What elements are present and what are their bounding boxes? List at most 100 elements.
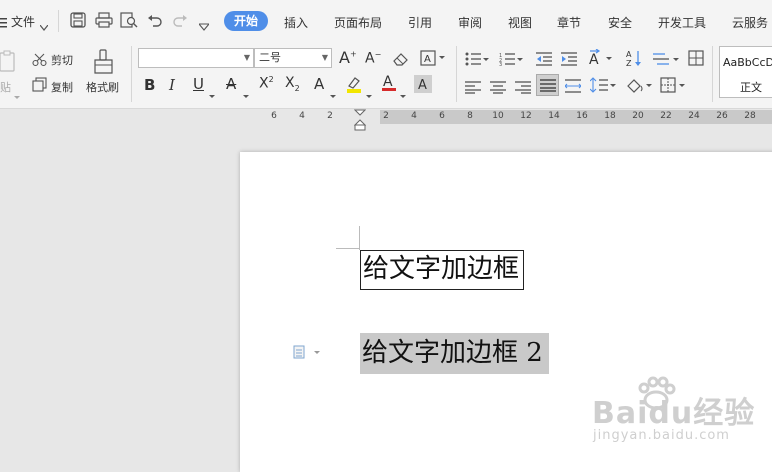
divider <box>58 10 59 32</box>
margin-corner-mark <box>359 226 360 250</box>
ruler-tick: 14 <box>548 111 560 121</box>
subscript-icon[interactable]: X2 <box>285 75 300 93</box>
font-name-combo[interactable]: ▼ <box>138 48 254 68</box>
format-painter-button[interactable]: 格式刷 <box>86 79 119 95</box>
shading-icon[interactable] <box>626 77 652 97</box>
highlight-dropdown-icon[interactable] <box>366 84 372 103</box>
save-icon[interactable] <box>70 12 86 32</box>
copy-button[interactable]: 复制 <box>51 79 73 95</box>
chevron-down-icon[interactable]: ▼ <box>322 49 328 67</box>
tab-page-layout[interactable]: 页面布局 <box>334 14 382 31</box>
borders-icon[interactable] <box>660 77 686 97</box>
svg-text:Z: Z <box>626 59 632 67</box>
ruler-tick: 16 <box>576 111 588 121</box>
bullet-list-icon[interactable] <box>465 51 489 70</box>
paste-dropdown-icon[interactable] <box>14 85 20 104</box>
eraser-icon[interactable] <box>393 51 409 70</box>
document-line[interactable]: 给文字加边框 <box>360 250 525 290</box>
style-gallery-item[interactable]: AaBbCcD 正文 <box>719 46 772 98</box>
justify-button[interactable] <box>536 74 559 96</box>
text-effect-dropdown-icon[interactable] <box>330 84 336 103</box>
copy-icon[interactable] <box>32 77 47 96</box>
tab-chapter[interactable]: 章节 <box>557 14 581 31</box>
ruler-tick: 24 <box>688 111 700 121</box>
text-effect-icon[interactable]: A <box>314 75 324 93</box>
style-preview-text: AaBbCcD <box>723 56 772 69</box>
tab-references[interactable]: 引用 <box>408 14 432 31</box>
highlight-icon[interactable] <box>346 75 362 97</box>
print-preview-icon[interactable] <box>120 12 138 32</box>
paste-button[interactable]: 贴 <box>0 79 11 95</box>
menu-bar: 文件 开始 插入 页面布局 引用 审阅 视图 章节 安全 开发工具 云服务 <box>0 0 772 42</box>
align-right-icon[interactable] <box>515 79 531 98</box>
ruler-tick: 6 <box>271 111 277 121</box>
align-left-icon[interactable] <box>465 79 481 98</box>
redo-icon[interactable] <box>172 13 188 32</box>
sort-icon[interactable]: AZ <box>626 49 642 71</box>
italic-icon[interactable]: I <box>169 76 175 94</box>
customize-quick-access-icon[interactable] <box>197 16 211 35</box>
file-menu[interactable]: 文件 <box>11 13 35 30</box>
svg-text:A: A <box>383 74 393 90</box>
print-icon[interactable] <box>95 12 113 32</box>
document-line-selected[interactable]: 给文字加边框 2 <box>360 333 549 374</box>
ruler-tick: 12 <box>520 111 532 121</box>
svg-text:A: A <box>626 50 632 59</box>
grow-font-icon[interactable]: A+ <box>339 48 357 67</box>
ruler-tick: 4 <box>411 111 417 121</box>
underline-icon[interactable]: U <box>193 75 204 93</box>
increase-indent-icon[interactable] <box>561 51 577 70</box>
superscript-icon[interactable]: X2 <box>259 75 274 92</box>
font-color-dropdown-icon[interactable] <box>400 84 406 103</box>
strikethrough-icon[interactable]: A <box>226 75 236 93</box>
tab-cloud-service[interactable]: 云服务 <box>732 14 768 31</box>
ruler-tick: 2 <box>383 111 389 121</box>
format-painter-icon[interactable] <box>92 49 116 79</box>
tab-developer-tools[interactable]: 开发工具 <box>658 14 706 31</box>
ruler-tick: 20 <box>632 111 644 121</box>
numbered-list-icon[interactable]: 123 <box>499 51 523 70</box>
svg-text:A: A <box>589 52 599 67</box>
text-direction-icon[interactable]: A <box>588 48 612 71</box>
paragraph-spacing-icon[interactable] <box>589 77 616 97</box>
decrease-indent-icon[interactable] <box>536 51 552 70</box>
tab-review[interactable]: 审阅 <box>458 14 482 31</box>
svg-text:A: A <box>418 78 427 93</box>
paragraph-menu-icon[interactable] <box>293 344 321 363</box>
character-border-icon[interactable]: A <box>420 50 446 70</box>
ruler-tick: 8 <box>467 111 473 121</box>
chevron-down-icon[interactable] <box>39 16 49 35</box>
tab-home[interactable]: 开始 <box>224 11 269 31</box>
indent-marker-icon[interactable] <box>353 109 367 135</box>
undo-icon[interactable] <box>147 13 163 32</box>
menu-icon[interactable] <box>0 14 8 33</box>
font-color-icon[interactable]: A <box>381 74 397 96</box>
strikethrough-dropdown-icon[interactable] <box>243 84 249 103</box>
ruler-tick: 22 <box>660 111 672 121</box>
chevron-down-icon[interactable]: ▼ <box>244 49 250 67</box>
align-center-icon[interactable] <box>490 79 506 98</box>
cut-button[interactable]: 剪切 <box>51 52 73 68</box>
ruler-tick: 26 <box>716 111 728 121</box>
show-hide-icon[interactable] <box>688 50 704 70</box>
ruler-tick: 10 <box>492 111 504 121</box>
ruler-tick: 6 <box>439 111 445 121</box>
font-size-combo[interactable]: 二号 ▼ <box>254 48 332 68</box>
divider <box>456 46 457 102</box>
shrink-font-icon[interactable]: A− <box>365 50 381 67</box>
watermark-url: jingyan.baidu.com <box>593 428 730 443</box>
line-spacing-icon[interactable] <box>653 51 679 70</box>
tab-insert[interactable]: 插入 <box>284 14 308 31</box>
bold-icon[interactable]: B <box>144 76 155 94</box>
paw-icon <box>636 376 676 414</box>
scissors-icon[interactable] <box>32 52 47 71</box>
tab-security[interactable]: 安全 <box>608 14 632 31</box>
justify-icon <box>540 79 556 92</box>
paste-icon[interactable] <box>0 50 16 76</box>
svg-text:A: A <box>424 54 431 65</box>
ruler-tick: 18 <box>604 111 616 121</box>
tab-view[interactable]: 视图 <box>508 14 532 31</box>
character-shading-icon[interactable]: A <box>414 75 432 97</box>
underline-dropdown-icon[interactable] <box>209 84 215 103</box>
distributed-align-icon[interactable] <box>564 78 582 97</box>
